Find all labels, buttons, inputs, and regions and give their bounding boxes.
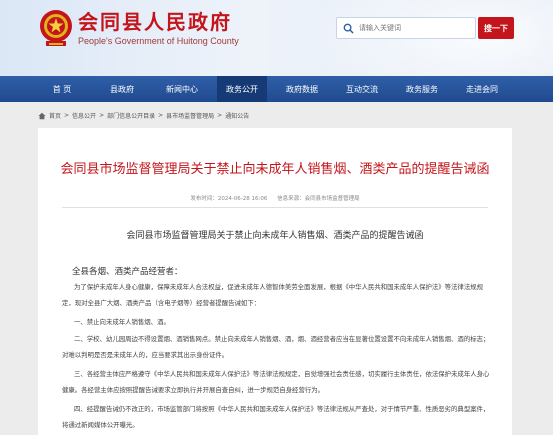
nav-item-government-data[interactable]: 政府数据	[277, 76, 327, 102]
article-paragraph: 四、经提醒告诫仍不改正的，市场监管部门将按照《中华人民共和国未成年人保护法》等法…	[62, 405, 490, 429]
search-button[interactable]: 搜一下	[478, 17, 514, 39]
publish-time: 发布时间：2024-06-28 16:06	[190, 196, 268, 202]
article-meta: 发布时间：2024-06-28 16:06 信息来源：会同县市场监督管理局	[38, 194, 512, 202]
nav-item-home[interactable]: 首 页	[37, 76, 87, 102]
article-paragraph: 二、学校、幼儿园周边不得设置烟、酒销售网点。禁止向未成年人销售烟、酒，烟、酒经营…	[62, 335, 490, 359]
nav-item-news[interactable]: 新闻中心	[157, 76, 207, 102]
breadcrumb-separator: >	[158, 112, 164, 119]
divider	[62, 207, 488, 208]
nav-item-services[interactable]: 政务服务	[397, 76, 447, 102]
nav-item-interaction[interactable]: 互动交流	[337, 76, 387, 102]
nav-item-government-affairs[interactable]: 政务公开	[217, 76, 267, 102]
nav-item-county-government[interactable]: 县政府	[97, 76, 147, 102]
breadcrumb-separator: >	[64, 112, 70, 119]
breadcrumb-separator: >	[99, 112, 105, 119]
salutation: 全县各烟、酒类产品经营者：	[72, 267, 183, 277]
breadcrumb: 首页 > 信息公开 > 部门信息公开目录 > 县市场监督管理局 > 通知公告	[38, 111, 249, 120]
search-input[interactable]	[359, 24, 469, 32]
breadcrumb-department-catalog[interactable]: 部门信息公开目录	[107, 111, 155, 120]
search-icon	[337, 18, 359, 38]
breadcrumb-info-public[interactable]: 信息公开	[72, 111, 96, 120]
site-header: 会同县人民政府 People's Government of Huitong C…	[0, 0, 553, 76]
site-subtitle: People's Government of Huitong County	[78, 36, 239, 46]
search-box	[336, 17, 476, 39]
national-emblem-icon[interactable]	[38, 7, 74, 49]
main-nav: 首 页 县政府 新闻中心 政务公开 政府数据 互动交流 政务服务 走进会同	[0, 76, 553, 102]
article-paragraph: 一、禁止向未成年人销售烟、酒。	[74, 318, 170, 326]
article-subtitle: 会同县市场监督管理局关于禁止向未成年人销售烟、酒类产品的提醒告诫函	[126, 231, 424, 241]
info-source: 信息来源：会同县市场监督管理局	[277, 196, 360, 202]
article-title: 会同县市场监督管理局关于禁止向未成年人销售烟、酒类产品的提醒告诫函	[60, 162, 490, 177]
breadcrumb-market-bureau[interactable]: 县市场监督管理局	[166, 111, 214, 120]
breadcrumb-separator: >	[217, 112, 223, 119]
breadcrumb-notices[interactable]: 通知公告	[225, 111, 249, 120]
breadcrumb-home[interactable]: 首页	[49, 111, 61, 120]
article-paragraph: 为了保护未成年人身心健康，保障未成年人合法权益，促进未成年人德智体美劳全面发展，…	[62, 283, 483, 307]
nav-item-about-huitong[interactable]: 走进会同	[457, 76, 507, 102]
article-card: 会同县市场监督管理局关于禁止向未成年人销售烟、酒类产品的提醒告诫函 发布时间：2…	[38, 128, 512, 435]
site-title[interactable]: 会同县人民政府	[78, 6, 232, 35]
home-icon	[38, 112, 46, 119]
article-paragraph: 三、各经营主体应严格遵守《中华人民共和国未成年人保护法》等法律法规规定，自觉增强…	[62, 370, 490, 394]
